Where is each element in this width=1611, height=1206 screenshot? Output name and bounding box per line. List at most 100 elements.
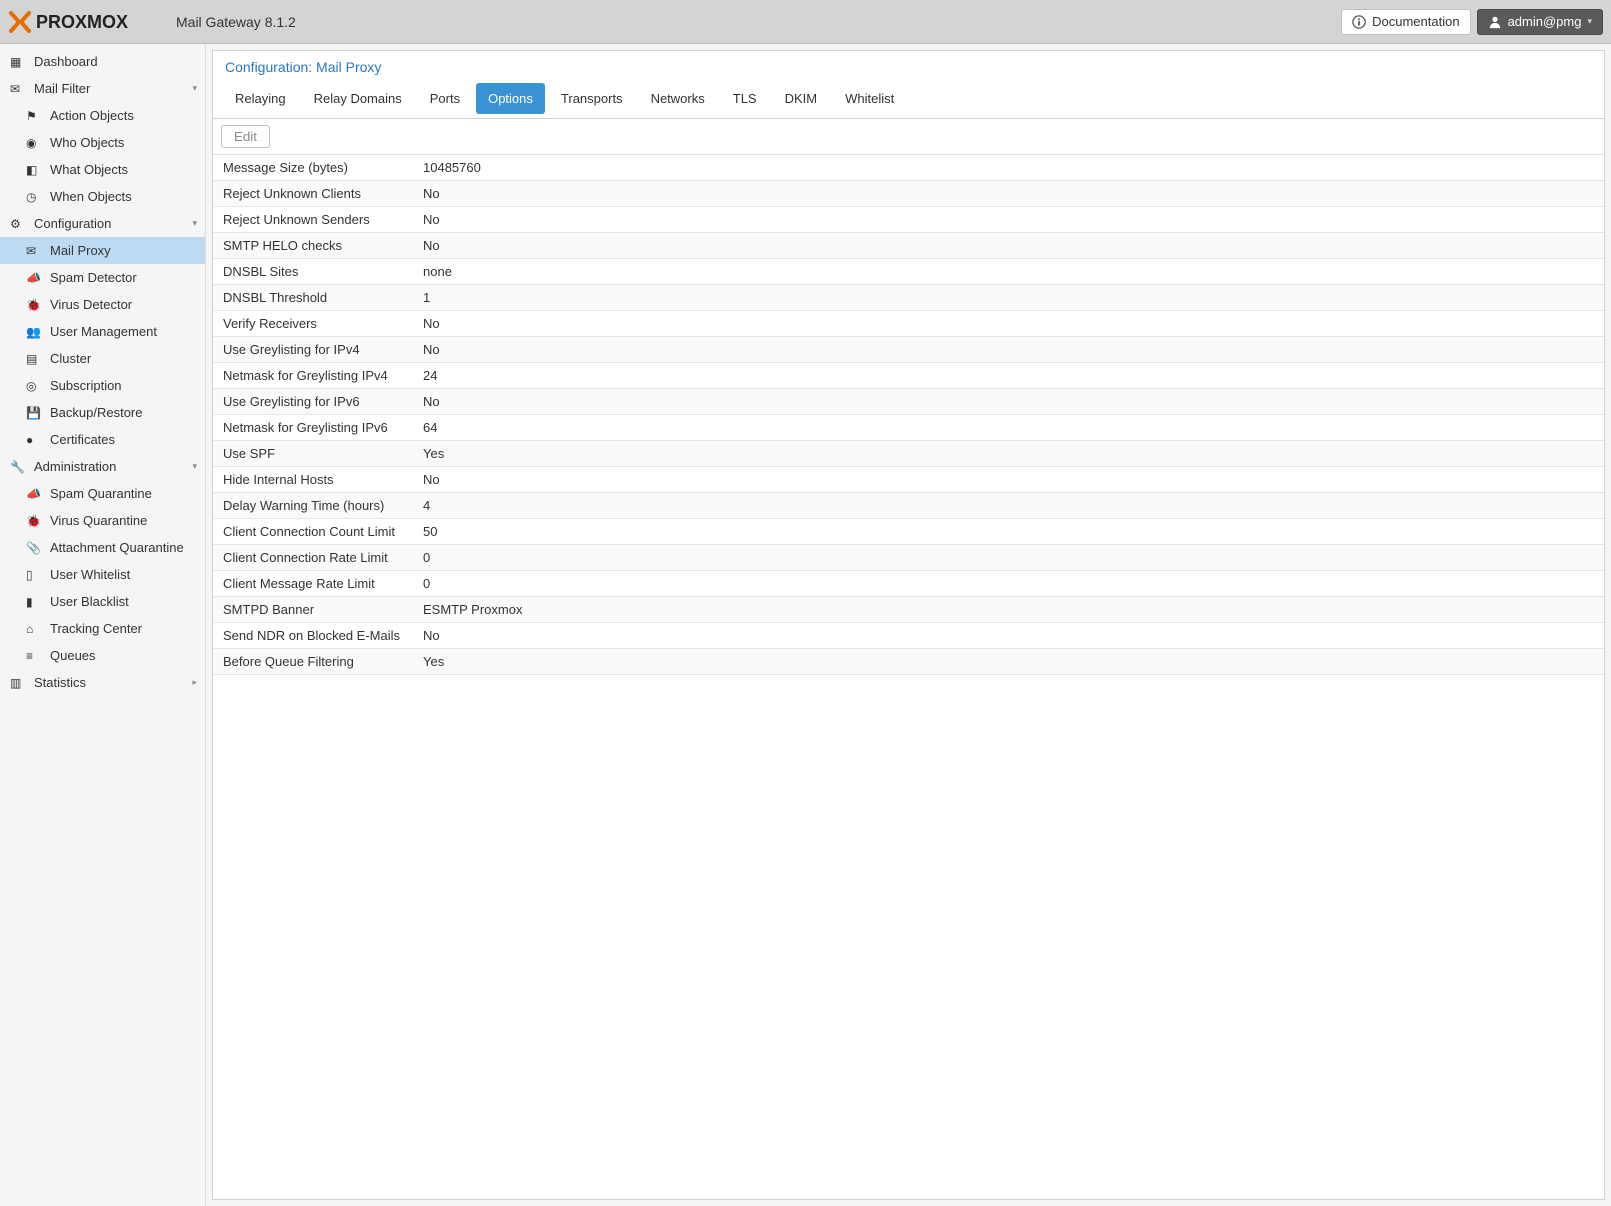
cube-icon: ◧ — [26, 163, 44, 177]
save-icon: 💾 — [26, 406, 44, 420]
tab-relay-domains[interactable]: Relay Domains — [302, 83, 414, 114]
option-row[interactable]: SMTP HELO checksNo — [213, 233, 1604, 259]
option-row[interactable]: Delay Warning Time (hours)4 — [213, 493, 1604, 519]
option-key: Client Message Rate Limit — [213, 571, 413, 596]
options-grid: Message Size (bytes)10485760Reject Unkno… — [213, 155, 1604, 1199]
sidebar-item-label: Action Objects — [50, 108, 134, 123]
option-key: Message Size (bytes) — [213, 155, 413, 180]
option-row[interactable]: Client Connection Count Limit50 — [213, 519, 1604, 545]
chevron-right-icon: ▸ — [192, 677, 197, 688]
sidebar-item-action-objects[interactable]: ⚑ Action Objects — [0, 102, 205, 129]
bug-icon: 🐞 — [26, 298, 44, 312]
sidebar-item-who-objects[interactable]: ◉Who Objects — [0, 129, 205, 156]
chevron-down-icon: ▾ — [192, 218, 197, 229]
option-value: 0 — [413, 571, 1604, 596]
sidebar-item-label: Attachment Quarantine — [50, 540, 184, 555]
option-value: 24 — [413, 363, 1604, 388]
tab-ports[interactable]: Ports — [418, 83, 472, 114]
option-row[interactable]: Use SPFYes — [213, 441, 1604, 467]
chevron-down-icon: ▾ — [192, 83, 197, 94]
sidebar-item-label: When Objects — [50, 189, 132, 204]
sidebar-item-subscription[interactable]: ◎Subscription — [0, 372, 205, 399]
option-row[interactable]: Netmask for Greylisting IPv424 — [213, 363, 1604, 389]
sidebar-item-dashboard[interactable]: ▦Dashboard — [0, 48, 205, 75]
sidebar-item-mail-filter[interactable]: ✉Mail Filter▾ — [0, 75, 205, 102]
option-key: Netmask for Greylisting IPv6 — [213, 415, 413, 440]
flag-icon: ⚑ — [26, 109, 44, 123]
sidebar: ▦Dashboard✉Mail Filter▾⚑Action Objects◉W… — [0, 44, 206, 1206]
sidebar-item-queues[interactable]: ≡Queues — [0, 642, 205, 669]
option-row[interactable]: SMTPD BannerESMTP Proxmox — [213, 597, 1604, 623]
sidebar-item-label: User Whitelist — [50, 567, 130, 582]
tab-networks[interactable]: Networks — [639, 83, 717, 114]
option-key: Delay Warning Time (hours) — [213, 493, 413, 518]
edit-button[interactable]: Edit — [221, 125, 270, 148]
sidebar-item-what-objects[interactable]: ◧What Objects — [0, 156, 205, 183]
sidebar-item-virus-detector[interactable]: 🐞Virus Detector — [0, 291, 205, 318]
option-value: ESMTP Proxmox — [413, 597, 1604, 622]
tab-options[interactable]: Options — [476, 83, 545, 114]
option-row[interactable]: Netmask for Greylisting IPv664 — [213, 415, 1604, 441]
sidebar-item-label: Cluster — [50, 351, 91, 366]
sidebar-item-user-management[interactable]: 👥User Management — [0, 318, 205, 345]
sidebar-item-when-objects[interactable]: ◷When Objects — [0, 183, 205, 210]
option-row[interactable]: Client Connection Rate Limit0 — [213, 545, 1604, 571]
sidebar-item-label: Spam Detector — [50, 270, 137, 285]
option-row[interactable]: DNSBL Threshold1 — [213, 285, 1604, 311]
option-row[interactable]: Reject Unknown SendersNo — [213, 207, 1604, 233]
option-row[interactable]: Verify ReceiversNo — [213, 311, 1604, 337]
sidebar-item-cluster[interactable]: ▤Cluster — [0, 345, 205, 372]
option-row[interactable]: Before Queue FilteringYes — [213, 649, 1604, 675]
file-solid-icon: ▮ — [26, 595, 44, 609]
user-menu-button[interactable]: admin@pmg ▾ — [1477, 9, 1603, 35]
paperclip-icon: 📎 — [26, 541, 44, 555]
sidebar-item-backup-restore[interactable]: 💾Backup/Restore — [0, 399, 205, 426]
sidebar-item-spam-quarantine[interactable]: 📣Spam Quarantine — [0, 480, 205, 507]
sidebar-item-tracking-center[interactable]: ⌂Tracking Center — [0, 615, 205, 642]
option-row[interactable]: Message Size (bytes)10485760 — [213, 155, 1604, 181]
option-row[interactable]: Send NDR on Blocked E-MailsNo — [213, 623, 1604, 649]
option-row[interactable]: Client Message Rate Limit0 — [213, 571, 1604, 597]
header: PROXMOX Mail Gateway 8.1.2 Documentation… — [0, 0, 1611, 44]
sidebar-item-mail-proxy[interactable]: ✉Mail Proxy — [0, 237, 205, 264]
option-key: Reject Unknown Senders — [213, 207, 413, 232]
sidebar-item-label: Statistics — [34, 675, 86, 690]
tab-transports[interactable]: Transports — [549, 83, 635, 114]
option-key: Netmask for Greylisting IPv4 — [213, 363, 413, 388]
chart-bar-icon: ▥ — [10, 676, 28, 690]
sidebar-item-configuration[interactable]: ⚙Configuration▾ — [0, 210, 205, 237]
sidebar-item-user-whitelist[interactable]: ▯ User Whitelist — [0, 561, 205, 588]
option-value: 1 — [413, 285, 1604, 310]
sidebar-item-label: User Blacklist — [50, 594, 129, 609]
file-icon: ▯ — [26, 568, 44, 582]
tab-dkim[interactable]: DKIM — [773, 83, 830, 114]
option-row[interactable]: Use Greylisting for IPv6No — [213, 389, 1604, 415]
option-row[interactable]: DNSBL Sitesnone — [213, 259, 1604, 285]
option-row[interactable]: Hide Internal HostsNo — [213, 467, 1604, 493]
sidebar-item-administration[interactable]: 🔧Administration▾ — [0, 453, 205, 480]
tab-relaying[interactable]: Relaying — [223, 83, 298, 114]
sidebar-item-attachment-quarantine[interactable]: 📎 Attachment Quarantine — [0, 534, 205, 561]
certificate-icon: ● — [26, 433, 44, 447]
option-value: 4 — [413, 493, 1604, 518]
sidebar-item-statistics[interactable]: ▥ Statistics ▸ — [0, 669, 205, 696]
sidebar-item-label: Mail Filter — [34, 81, 90, 96]
sidebar-item-label: Mail Proxy — [50, 243, 111, 258]
option-row[interactable]: Reject Unknown ClientsNo — [213, 181, 1604, 207]
sidebar-item-certificates[interactable]: ●Certificates — [0, 426, 205, 453]
sidebar-item-label: Configuration — [34, 216, 111, 231]
tab-whitelist[interactable]: Whitelist — [833, 83, 906, 114]
sidebar-item-label: User Management — [50, 324, 157, 339]
sidebar-item-label: Who Objects — [50, 135, 124, 150]
documentation-button[interactable]: Documentation — [1341, 9, 1470, 35]
sidebar-item-virus-quarantine[interactable]: 🐞Virus Quarantine — [0, 507, 205, 534]
sidebar-item-spam-detector[interactable]: 📣Spam Detector — [0, 264, 205, 291]
option-key: DNSBL Threshold — [213, 285, 413, 310]
option-row[interactable]: Use Greylisting for IPv4No — [213, 337, 1604, 363]
sidebar-item-user-blacklist[interactable]: ▮ User Blacklist — [0, 588, 205, 615]
option-key: Hide Internal Hosts — [213, 467, 413, 492]
dashboard-icon: ▦ — [10, 55, 28, 69]
documentation-label: Documentation — [1372, 14, 1459, 29]
sidebar-item-label: Virus Quarantine — [50, 513, 147, 528]
tab-tls[interactable]: TLS — [721, 83, 769, 114]
